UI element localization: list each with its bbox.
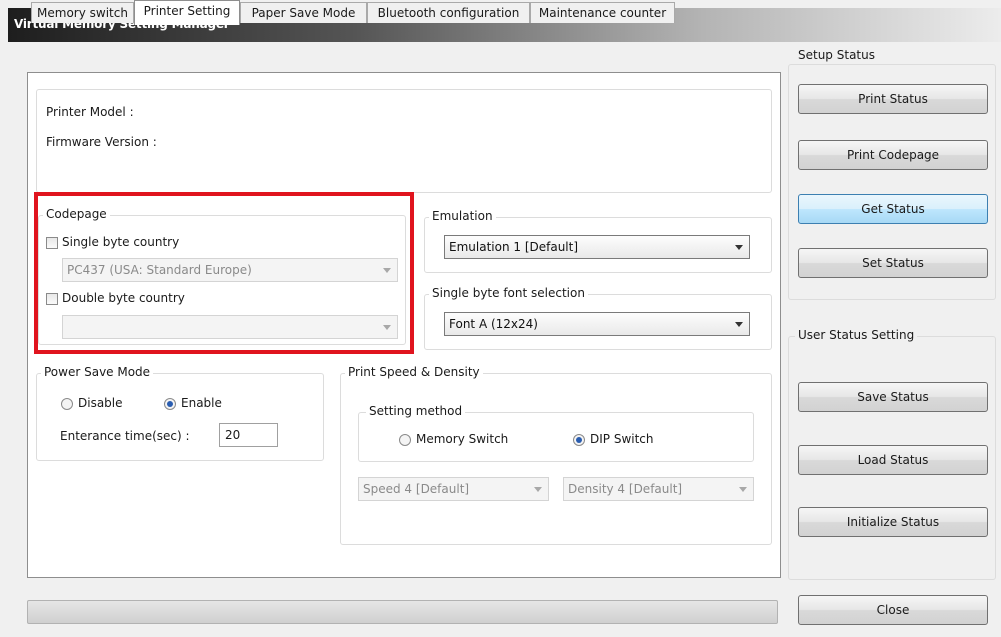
printer-model-label: Printer Model : — [46, 105, 134, 119]
enable-label: Enable — [181, 396, 222, 410]
tab-printer-setting[interactable]: Printer Setting — [134, 0, 240, 25]
tab-memory-switch[interactable]: Memory switch — [31, 2, 134, 23]
user-status-title: User Status Setting — [795, 328, 918, 342]
chevron-down-icon — [739, 487, 747, 492]
chevron-down-icon — [534, 487, 542, 492]
emulation-select[interactable]: Emulation 1 [Default] — [444, 235, 750, 259]
print-codepage-button[interactable]: Print Codepage — [798, 140, 988, 170]
print-speed-title: Print Speed & Density — [345, 365, 483, 379]
memory-switch-radio[interactable] — [399, 434, 411, 446]
density-select[interactable]: Density 4 [Default] — [563, 477, 754, 501]
speed-select[interactable]: Speed 4 [Default] — [358, 477, 549, 501]
emulation-title: Emulation — [429, 209, 496, 223]
emulation-value: Emulation 1 [Default] — [449, 240, 579, 254]
disable-label: Disable — [78, 396, 123, 410]
entrance-time-input[interactable]: 20 — [219, 423, 278, 447]
tab-maintenance-counter[interactable]: Maintenance counter — [530, 2, 675, 23]
tab-paper-save-mode[interactable]: Paper Save Mode — [240, 2, 367, 23]
power-save-group — [36, 373, 324, 461]
firmware-version-label: Firmware Version : — [46, 135, 157, 149]
print-status-button[interactable]: Print Status — [798, 84, 988, 114]
highlight-box — [34, 192, 414, 354]
font-selection-title: Single byte font selection — [429, 286, 588, 300]
entrance-time-label: Enterance time(sec) : — [60, 429, 190, 443]
enable-radio[interactable] — [164, 398, 176, 410]
chevron-down-icon — [735, 322, 743, 327]
disable-radio[interactable] — [61, 398, 73, 410]
load-status-button[interactable]: Load Status — [798, 445, 988, 475]
font-selection-value: Font A (12x24) — [449, 317, 538, 331]
get-status-button[interactable]: Get Status — [798, 194, 988, 224]
chevron-down-icon — [735, 245, 743, 250]
density-value: Density 4 [Default] — [568, 482, 683, 496]
setup-status-title: Setup Status — [795, 48, 878, 62]
save-status-button[interactable]: Save Status — [798, 382, 988, 412]
initialize-status-button[interactable]: Initialize Status — [798, 507, 988, 537]
font-selection-select[interactable]: Font A (12x24) — [444, 312, 750, 336]
progress-bar — [27, 600, 778, 624]
dip-switch-radio[interactable] — [573, 434, 585, 446]
app-window: Virtual Memory Setting Manager Memory sw… — [0, 0, 1001, 637]
speed-value: Speed 4 [Default] — [363, 482, 470, 496]
memory-switch-label: Memory Switch — [416, 432, 509, 446]
tab-bluetooth-configuration[interactable]: Bluetooth configuration — [367, 2, 530, 23]
dip-switch-label: DIP Switch — [590, 432, 654, 446]
power-save-title: Power Save Mode — [41, 365, 154, 379]
close-button[interactable]: Close — [798, 595, 988, 625]
set-status-button[interactable]: Set Status — [798, 248, 988, 278]
setting-method-title: Setting method — [366, 404, 466, 418]
